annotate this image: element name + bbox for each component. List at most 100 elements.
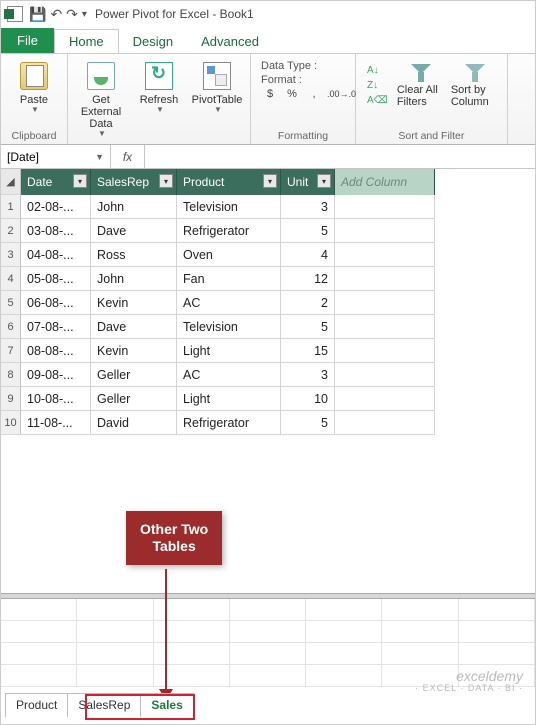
- table-row[interactable]: 08-08-...KevinLight15: [21, 339, 535, 363]
- cell-empty[interactable]: [335, 195, 435, 219]
- undo-icon[interactable]: ↶: [50, 6, 62, 23]
- filter-icon[interactable]: ▾: [159, 174, 173, 188]
- tab-file[interactable]: File: [1, 28, 54, 53]
- clear-filters-button[interactable]: Clear All Filters: [397, 64, 445, 108]
- row-header[interactable]: 2: [1, 219, 21, 243]
- sort-asc-button[interactable]: A↓: [364, 64, 391, 77]
- cell-salesrep[interactable]: Geller: [91, 363, 177, 387]
- cell-date[interactable]: 04-08-...: [21, 243, 91, 267]
- cell-salesrep[interactable]: Kevin: [91, 291, 177, 315]
- cell-empty[interactable]: [335, 387, 435, 411]
- row-header[interactable]: 8: [1, 363, 21, 387]
- table-row[interactable]: 03-08-...DaveRefrigerator5: [21, 219, 535, 243]
- table-row[interactable]: 07-08-...DaveTelevision5: [21, 315, 535, 339]
- cell-salesrep[interactable]: Kevin: [91, 339, 177, 363]
- fx-icon[interactable]: fx: [111, 145, 145, 168]
- sheet-tab-sales[interactable]: Sales: [140, 693, 193, 718]
- cell-date[interactable]: 09-08-...: [21, 363, 91, 387]
- cell-salesrep[interactable]: Dave: [91, 315, 177, 339]
- cell-product[interactable]: Oven: [177, 243, 281, 267]
- cell-unit[interactable]: 5: [281, 315, 335, 339]
- table-row[interactable]: 02-08-...JohnTelevision3: [21, 195, 535, 219]
- row-header[interactable]: 9: [1, 387, 21, 411]
- paste-button[interactable]: Paste ▼: [9, 58, 59, 115]
- sheet-tab-salesrep[interactable]: SalesRep: [67, 693, 141, 718]
- table-row[interactable]: 09-08-...GellerAC3: [21, 363, 535, 387]
- table-row[interactable]: 05-08-...JohnFan12: [21, 267, 535, 291]
- cell-salesrep[interactable]: Geller: [91, 387, 177, 411]
- cell-salesrep[interactable]: John: [91, 195, 177, 219]
- cell-unit[interactable]: 12: [281, 267, 335, 291]
- increase-decimal-button[interactable]: .00→.0: [327, 89, 345, 99]
- cell-product[interactable]: Television: [177, 195, 281, 219]
- get-external-data-button[interactable]: Get External Data ▼: [76, 58, 126, 139]
- filter-icon[interactable]: ▾: [317, 174, 331, 188]
- row-header[interactable]: 3: [1, 243, 21, 267]
- cell-date[interactable]: 10-08-...: [21, 387, 91, 411]
- qat-more-icon[interactable]: ▾: [82, 9, 87, 20]
- cell-date[interactable]: 06-08-...: [21, 291, 91, 315]
- comma-button[interactable]: ,: [305, 88, 323, 100]
- column-header-date[interactable]: Date▾: [21, 169, 91, 195]
- cell-product[interactable]: Light: [177, 339, 281, 363]
- redo-icon[interactable]: ↷: [66, 6, 78, 23]
- cell-product[interactable]: Refrigerator: [177, 411, 281, 435]
- cell-product[interactable]: Fan: [177, 267, 281, 291]
- column-header-unit[interactable]: Unit▾: [281, 169, 335, 195]
- save-icon[interactable]: 💾: [29, 6, 46, 23]
- refresh-button[interactable]: Refresh ▼: [134, 58, 184, 115]
- cell-date[interactable]: 05-08-...: [21, 267, 91, 291]
- cell-product[interactable]: AC: [177, 363, 281, 387]
- cell-date[interactable]: 03-08-...: [21, 219, 91, 243]
- name-box[interactable]: [Date] ▼: [1, 145, 111, 168]
- cell-empty[interactable]: [335, 411, 435, 435]
- cell-unit[interactable]: 3: [281, 363, 335, 387]
- cell-salesrep[interactable]: Dave: [91, 219, 177, 243]
- currency-button[interactable]: $: [261, 88, 279, 100]
- pivottable-button[interactable]: PivotTable ▼: [192, 58, 242, 115]
- select-all-corner[interactable]: ◢: [1, 169, 21, 195]
- filter-icon[interactable]: ▾: [73, 174, 87, 188]
- cell-product[interactable]: AC: [177, 291, 281, 315]
- table-row[interactable]: 06-08-...KevinAC2: [21, 291, 535, 315]
- cell-empty[interactable]: [335, 219, 435, 243]
- add-column[interactable]: Add Column: [335, 169, 435, 195]
- cell-salesrep[interactable]: Ross: [91, 243, 177, 267]
- cell-unit[interactable]: 2: [281, 291, 335, 315]
- column-header-salesrep[interactable]: SalesRep▾: [91, 169, 177, 195]
- cell-unit[interactable]: 5: [281, 411, 335, 435]
- cell-unit[interactable]: 15: [281, 339, 335, 363]
- cell-empty[interactable]: [335, 363, 435, 387]
- row-header[interactable]: 7: [1, 339, 21, 363]
- row-header[interactable]: 6: [1, 315, 21, 339]
- sort-desc-button[interactable]: Z↓: [364, 79, 391, 92]
- cell-date[interactable]: 02-08-...: [21, 195, 91, 219]
- cell-date[interactable]: 07-08-...: [21, 315, 91, 339]
- cell-unit[interactable]: 3: [281, 195, 335, 219]
- tab-design[interactable]: Design: [119, 30, 187, 53]
- tab-home[interactable]: Home: [54, 29, 119, 53]
- cell-product[interactable]: Television: [177, 315, 281, 339]
- clear-sort-button[interactable]: A⌫: [364, 94, 391, 107]
- cell-empty[interactable]: [335, 243, 435, 267]
- cell-date[interactable]: 08-08-...: [21, 339, 91, 363]
- cell-empty[interactable]: [335, 267, 435, 291]
- table-row[interactable]: 11-08-...DavidRefrigerator5: [21, 411, 535, 435]
- formula-input[interactable]: [145, 145, 535, 168]
- column-header-product[interactable]: Product▾: [177, 169, 281, 195]
- cell-unit[interactable]: 5: [281, 219, 335, 243]
- row-header[interactable]: 10: [1, 411, 21, 435]
- cell-empty[interactable]: [335, 315, 435, 339]
- tab-advanced[interactable]: Advanced: [187, 30, 273, 53]
- cell-salesrep[interactable]: John: [91, 267, 177, 291]
- cell-product[interactable]: Light: [177, 387, 281, 411]
- cell-unit[interactable]: 10: [281, 387, 335, 411]
- sheet-tab-product[interactable]: Product: [5, 693, 68, 718]
- cell-product[interactable]: Refrigerator: [177, 219, 281, 243]
- row-header[interactable]: 5: [1, 291, 21, 315]
- cell-date[interactable]: 11-08-...: [21, 411, 91, 435]
- cell-empty[interactable]: [335, 291, 435, 315]
- sort-by-column-button[interactable]: Sort by Column: [451, 64, 499, 108]
- row-header[interactable]: 1: [1, 195, 21, 219]
- cell-salesrep[interactable]: David: [91, 411, 177, 435]
